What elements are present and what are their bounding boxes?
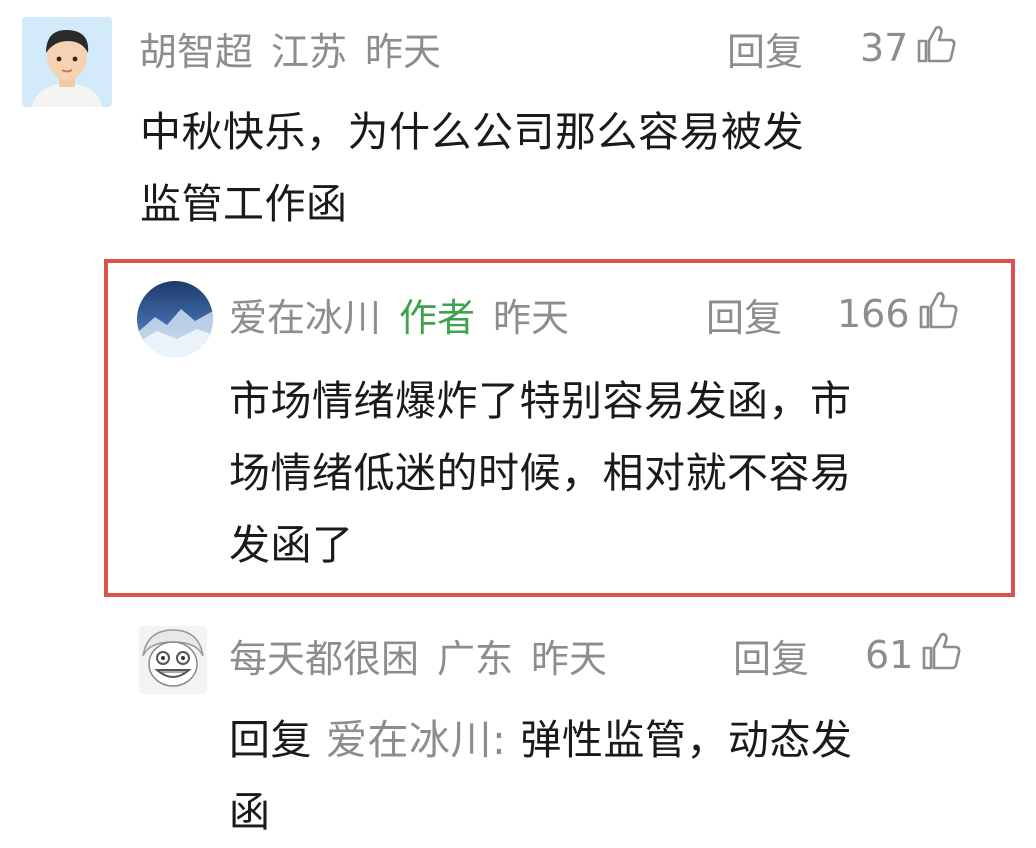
- like-button[interactable]: 37: [860, 20, 958, 76]
- comment-meta: 爱在冰川 作者 昨天: [229, 286, 569, 342]
- thumbs-up-icon: [908, 22, 958, 75]
- thumbs-up-icon: [910, 288, 960, 341]
- comment-meta: 每天都很困 广东 昨天: [229, 627, 607, 683]
- location: 广东: [437, 636, 514, 681]
- comment-text: 市场情绪爆炸了特别容易发函，市 场情绪低迷的时候，相对就不容易 发函了: [229, 377, 852, 569]
- comment-text: 中秋快乐，为什么公司那么容易被发 监管工作函: [140, 108, 804, 228]
- author-badge: 作者: [399, 295, 476, 340]
- thumbs-up-icon: [913, 629, 963, 682]
- reply-button[interactable]: 回复: [727, 20, 803, 76]
- username[interactable]: 胡智超: [139, 21, 253, 76]
- avatar[interactable]: [139, 626, 207, 694]
- reply-prefix: 回复: [229, 716, 312, 764]
- timestamp: 昨天: [493, 295, 570, 340]
- like-button[interactable]: 61: [865, 627, 963, 683]
- comment-meta: 胡智超 江苏 昨天: [139, 20, 441, 76]
- comment-text: 回复 爱在冰川: 弹性监管，动态发 函: [229, 716, 853, 836]
- avatar[interactable]: [137, 281, 213, 357]
- username[interactable]: 每天都很困: [229, 628, 419, 683]
- username[interactable]: 爱在冰川: [229, 287, 381, 342]
- location: 江苏: [271, 29, 348, 74]
- reply-to-username[interactable]: 爱在冰川:: [326, 716, 506, 764]
- timestamp: 昨天: [365, 29, 442, 74]
- like-count: 166: [837, 292, 910, 336]
- reply-button[interactable]: 回复: [706, 286, 782, 342]
- reply-button[interactable]: 回复: [733, 627, 809, 683]
- timestamp: 昨天: [531, 636, 608, 681]
- avatar[interactable]: [22, 17, 112, 107]
- like-count: 61: [865, 633, 914, 677]
- like-button[interactable]: 166: [837, 286, 960, 342]
- like-count: 37: [860, 26, 909, 70]
